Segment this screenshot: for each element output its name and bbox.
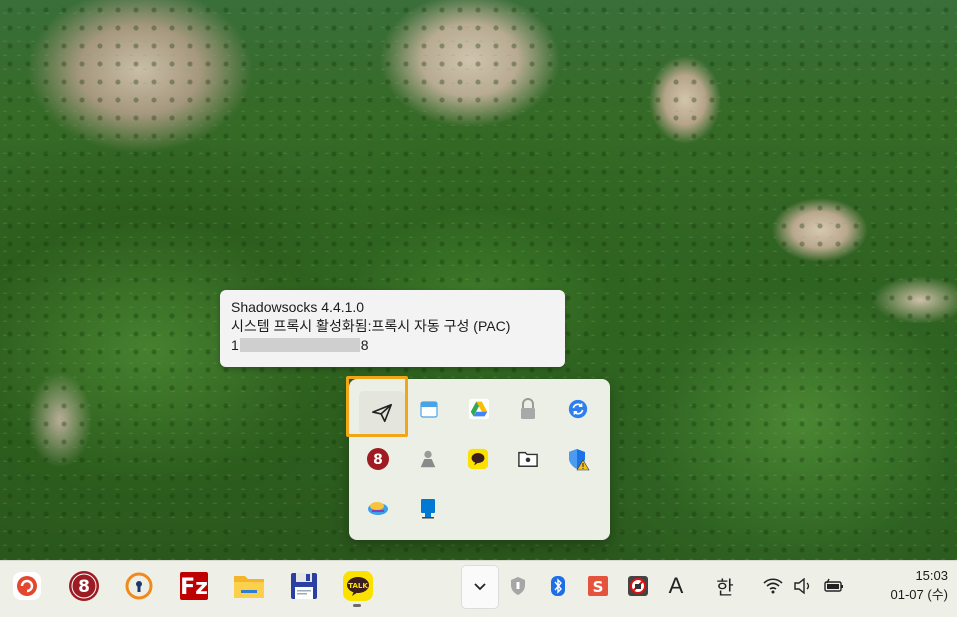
svg-text:S: S <box>593 578 604 596</box>
tooltip-address-prefix: 1 <box>231 337 239 353</box>
running-indicator <box>353 604 361 607</box>
blue-app-icon[interactable] <box>411 491 445 525</box>
svg-text:8: 8 <box>78 577 90 597</box>
chevron-down-icon <box>474 583 486 591</box>
wifi-icon[interactable] <box>762 572 784 600</box>
tooltip-address-suffix: 8 <box>360 337 369 353</box>
clock-date: 01-07 (수) <box>890 587 948 602</box>
clock[interactable]: 15:03 01-07 (수) <box>858 566 948 604</box>
s-app-icon[interactable]: S <box>586 572 610 600</box>
clock-time: 15:03 <box>915 568 948 583</box>
korean-app-icon[interactable]: 8 <box>66 568 102 604</box>
selection-highlight <box>346 376 408 437</box>
remote-app-icon[interactable] <box>626 572 650 600</box>
tooltip-address: 18 <box>231 336 554 355</box>
korean-app-icon[interactable]: 8 <box>361 442 395 476</box>
show-hidden-icons-button[interactable] <box>461 565 499 609</box>
ime-korean-indicator[interactable]: 한 <box>712 572 738 600</box>
ime-letter-indicator[interactable]: A <box>666 572 686 600</box>
shadowsocks-tooltip: Shadowsocks 4.4.1.0 시스템 프록시 활성화됨:프록시 자동 … <box>220 290 565 367</box>
google-drive-icon[interactable] <box>462 392 496 426</box>
sync-icon[interactable] <box>561 392 595 426</box>
lock-icon[interactable] <box>511 392 545 426</box>
filezilla-icon[interactable]: Fz <box>176 568 212 604</box>
redacted-block <box>239 338 360 352</box>
tooltip-proxy-status: 시스템 프록시 활성화됨:프록시 자동 구성 (PAC) <box>231 318 511 334</box>
bluetooth-icon[interactable] <box>548 572 568 600</box>
shield-icon[interactable] <box>508 572 528 600</box>
user-icon[interactable] <box>411 442 445 476</box>
windows-security-warning-icon[interactable] <box>561 442 595 476</box>
tooltip-title: Shadowsocks 4.4.1.0 <box>231 299 365 315</box>
battery-charging-icon[interactable] <box>822 572 846 600</box>
kakaotalk-icon[interactable] <box>461 442 495 476</box>
paint-app-icon[interactable] <box>361 491 395 525</box>
svg-text:TALK: TALK <box>348 582 368 590</box>
svg-text:8: 8 <box>373 452 383 468</box>
svg-text:Fz: Fz <box>180 575 208 600</box>
keyhole-icon[interactable] <box>121 568 157 604</box>
volume-icon[interactable] <box>792 572 814 600</box>
file-explorer-icon[interactable] <box>231 568 267 604</box>
save-disk-icon[interactable] <box>286 568 322 604</box>
folder-icon[interactable] <box>511 442 545 476</box>
calendar-icon[interactable] <box>412 392 446 426</box>
kakaotalk-icon[interactable]: TALK <box>340 568 376 604</box>
swirl-app-icon[interactable] <box>9 568 45 604</box>
